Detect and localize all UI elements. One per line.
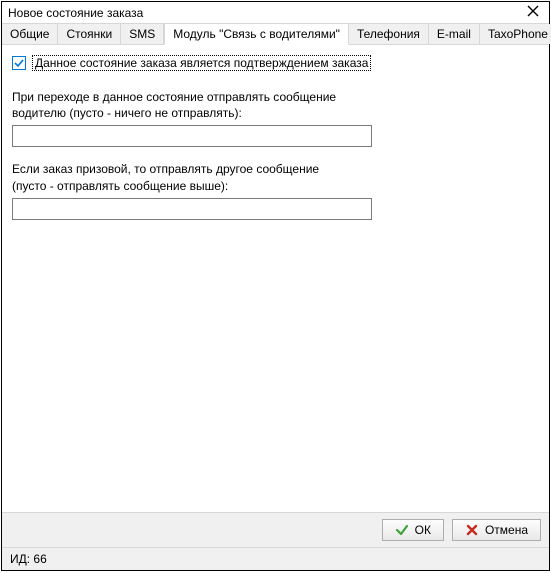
tab-label: E-mail xyxy=(437,27,471,41)
dialog-window: Новое состояние заказа Общие Стоянки SMS… xyxy=(1,1,550,571)
prize-message-label: Если заказ призовой, то отправлять друго… xyxy=(12,161,392,193)
ok-check-icon xyxy=(395,523,409,537)
label-line: водителю (пусто - ничего не отправлять): xyxy=(12,106,242,120)
window-title: Новое состояние заказа xyxy=(8,6,143,20)
dialog-footer: ОК Отмена ИД: 66 xyxy=(2,512,549,570)
label-line: При переходе в данное состояние отправля… xyxy=(12,90,336,104)
tab-general[interactable]: Общие xyxy=(2,24,58,44)
prize-message-input[interactable] xyxy=(12,198,372,220)
tab-telephony[interactable]: Телефония xyxy=(349,24,429,44)
tab-label: Стоянки xyxy=(66,27,112,41)
confirm-checkbox-row[interactable]: Данное состояние заказа является подтвер… xyxy=(12,55,371,71)
cancel-x-icon xyxy=(465,523,479,537)
button-row: ОК Отмена xyxy=(2,513,549,547)
driver-message-input[interactable] xyxy=(12,125,372,147)
tab-stops[interactable]: Стоянки xyxy=(58,24,121,44)
confirm-checkbox[interactable] xyxy=(12,56,26,70)
driver-message-label: При переходе в данное состояние отправля… xyxy=(12,89,392,121)
tab-label: SMS xyxy=(129,27,155,41)
label-line: (пусто - отправлять сообщение выше): xyxy=(12,179,228,193)
check-icon xyxy=(14,58,24,68)
confirm-checkbox-label: Данное состояние заказа является подтвер… xyxy=(32,55,371,71)
id-label: ИД: 66 xyxy=(10,552,47,566)
label-line: Если заказ призовой, то отправлять друго… xyxy=(12,162,319,176)
tab-driver-module[interactable]: Модуль "Связь с водителями" xyxy=(164,23,349,45)
tab-label: Телефония xyxy=(357,27,420,41)
tab-content: Данное состояние заказа является подтвер… xyxy=(2,45,549,512)
tab-sms[interactable]: SMS xyxy=(121,24,164,44)
cancel-button[interactable]: Отмена xyxy=(452,519,541,541)
ok-button[interactable]: ОК xyxy=(382,519,444,541)
tab-label: Модуль "Связь с водителями" xyxy=(173,27,340,41)
close-icon[interactable] xyxy=(523,5,543,20)
status-bar: ИД: 66 xyxy=(2,547,549,570)
ok-button-label: ОК xyxy=(415,523,431,537)
tab-strip: Общие Стоянки SMS Модуль "Связь с водите… xyxy=(2,23,549,45)
tab-label: TaxoPhone xyxy=(488,27,548,41)
tab-email[interactable]: E-mail xyxy=(429,24,480,44)
titlebar: Новое состояние заказа xyxy=(2,2,549,23)
tab-taxophone[interactable]: TaxoPhone xyxy=(480,24,551,44)
cancel-button-label: Отмена xyxy=(485,523,528,537)
tab-label: Общие xyxy=(10,27,49,41)
